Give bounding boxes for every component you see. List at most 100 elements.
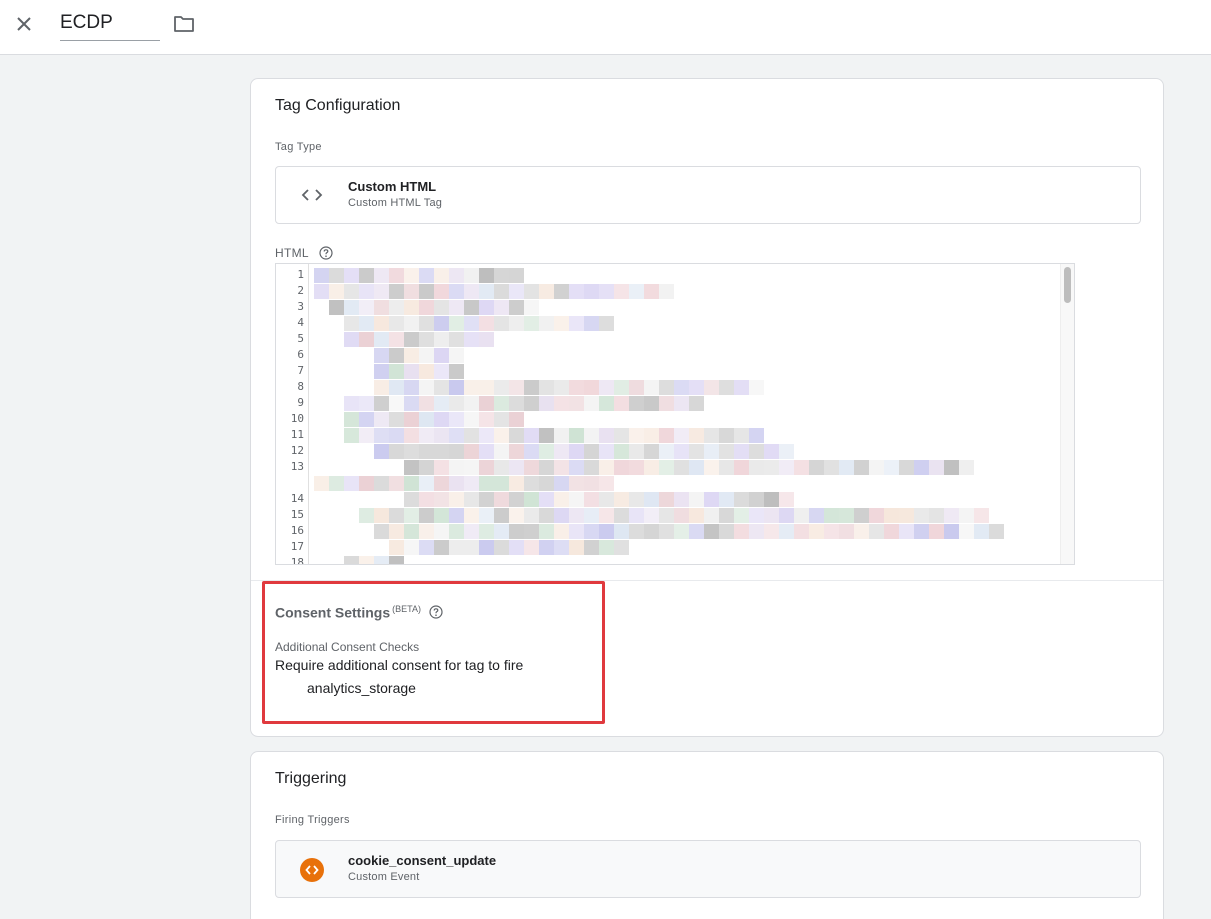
redacted-code-block — [539, 492, 554, 507]
redacted-code-block — [389, 444, 404, 459]
tag-type-selector[interactable]: Custom HTML Custom HTML Tag — [275, 166, 1141, 224]
tag-name-input[interactable]: ECDP — [60, 8, 160, 41]
beta-badge: (BETA) — [392, 604, 421, 614]
redacted-code-block — [344, 332, 359, 347]
redacted-code-block — [464, 300, 479, 315]
redacted-code-block — [584, 284, 599, 299]
triggering-card[interactable]: Triggering Firing Triggers cookie_consen… — [250, 751, 1164, 919]
redacted-code-block — [404, 508, 419, 523]
redacted-code-block — [419, 460, 434, 475]
redacted-code-block — [419, 540, 434, 555]
redacted-code-block — [614, 460, 629, 475]
tag-type-label: Tag Type — [275, 141, 322, 153]
redacted-code-block — [794, 524, 809, 539]
redacted-code-block — [449, 460, 464, 475]
redacted-code-block — [464, 412, 479, 427]
redacted-code-block — [419, 332, 434, 347]
redacted-code-block — [644, 492, 659, 507]
redacted-code-block — [344, 412, 359, 427]
redacted-code-block — [734, 492, 749, 507]
redacted-code-block — [914, 508, 929, 523]
redacted-code-block — [434, 268, 449, 283]
redacted-code-block — [719, 380, 734, 395]
consent-help-icon[interactable] — [429, 605, 443, 619]
redacted-code-block — [929, 460, 944, 475]
redacted-code-block — [449, 332, 464, 347]
help-icon[interactable] — [319, 246, 333, 260]
redacted-code-block — [419, 444, 434, 459]
redacted-code-block — [554, 428, 569, 443]
code-content-pixelated[interactable] — [310, 264, 1060, 564]
redacted-code-block — [629, 428, 644, 443]
redacted-code-block — [659, 524, 674, 539]
redacted-code-block — [539, 540, 554, 555]
redacted-code-block — [419, 348, 434, 363]
redacted-code-block — [374, 364, 389, 379]
firing-trigger-item[interactable]: cookie_consent_update Custom Event — [275, 840, 1141, 898]
redacted-code-block — [404, 268, 419, 283]
redacted-code-block — [494, 444, 509, 459]
redacted-code-block — [374, 428, 389, 443]
redacted-code-block — [389, 412, 404, 427]
redacted-code-block — [494, 476, 509, 491]
redacted-code-block — [374, 332, 389, 347]
redacted-code-block — [419, 396, 434, 411]
html-code-editor[interactable]: 1 2 3 4 5 6 7 8 9 10 11 12 13 14 15 16 17 18 — [275, 263, 1075, 565]
redacted-code-block — [449, 396, 464, 411]
redacted-code-block — [374, 412, 389, 427]
scroll-thumb[interactable] — [1064, 267, 1071, 303]
tag-configuration-card[interactable]: Tag Configuration Tag Type Custom HTML C… — [250, 78, 1164, 737]
redacted-code-block — [464, 332, 479, 347]
redacted-code-block — [749, 444, 764, 459]
redacted-code-block — [734, 508, 749, 523]
redacted-code-block — [464, 380, 479, 395]
redacted-code-block — [569, 476, 584, 491]
redacted-code-block — [599, 380, 614, 395]
redacted-code-block — [899, 460, 914, 475]
redacted-code-block — [959, 508, 974, 523]
redacted-code-block — [914, 460, 929, 475]
redacted-code-block — [839, 508, 854, 523]
redacted-code-block — [974, 508, 989, 523]
redacted-code-block — [449, 524, 464, 539]
folder-icon[interactable] — [172, 13, 196, 35]
redacted-code-block — [494, 284, 509, 299]
redacted-code-block — [389, 556, 404, 564]
redacted-code-block — [449, 316, 464, 331]
redacted-code-block — [554, 492, 569, 507]
redacted-code-block — [779, 492, 794, 507]
redacted-code-block — [749, 492, 764, 507]
redacted-code-block — [509, 492, 524, 507]
redacted-code-block — [434, 316, 449, 331]
redacted-code-block — [614, 508, 629, 523]
redacted-code-block — [584, 380, 599, 395]
redacted-code-block — [599, 284, 614, 299]
redacted-code-block — [584, 460, 599, 475]
redacted-code-block — [584, 444, 599, 459]
close-icon[interactable] — [12, 12, 36, 36]
redacted-code-block — [464, 268, 479, 283]
redacted-code-block — [434, 428, 449, 443]
redacted-code-block — [884, 508, 899, 523]
redacted-code-block — [374, 444, 389, 459]
redacted-code-block — [674, 444, 689, 459]
redacted-code-block — [479, 524, 494, 539]
redacted-code-block — [719, 524, 734, 539]
redacted-code-block — [359, 476, 374, 491]
top-bar: ECDP — [0, 0, 1211, 55]
redacted-code-block — [854, 524, 869, 539]
line-number: 7 — [297, 364, 304, 377]
redacted-code-block — [629, 396, 644, 411]
editor-scrollbar[interactable] — [1060, 264, 1074, 564]
redacted-code-block — [719, 444, 734, 459]
redacted-code-block — [464, 396, 479, 411]
redacted-code-block — [479, 300, 494, 315]
redacted-code-block — [659, 492, 674, 507]
redacted-code-block — [389, 524, 404, 539]
redacted-code-block — [614, 428, 629, 443]
redacted-code-block — [644, 396, 659, 411]
redacted-code-block — [599, 460, 614, 475]
redacted-code-block — [644, 284, 659, 299]
redacted-code-block — [374, 476, 389, 491]
redacted-code-block — [479, 380, 494, 395]
